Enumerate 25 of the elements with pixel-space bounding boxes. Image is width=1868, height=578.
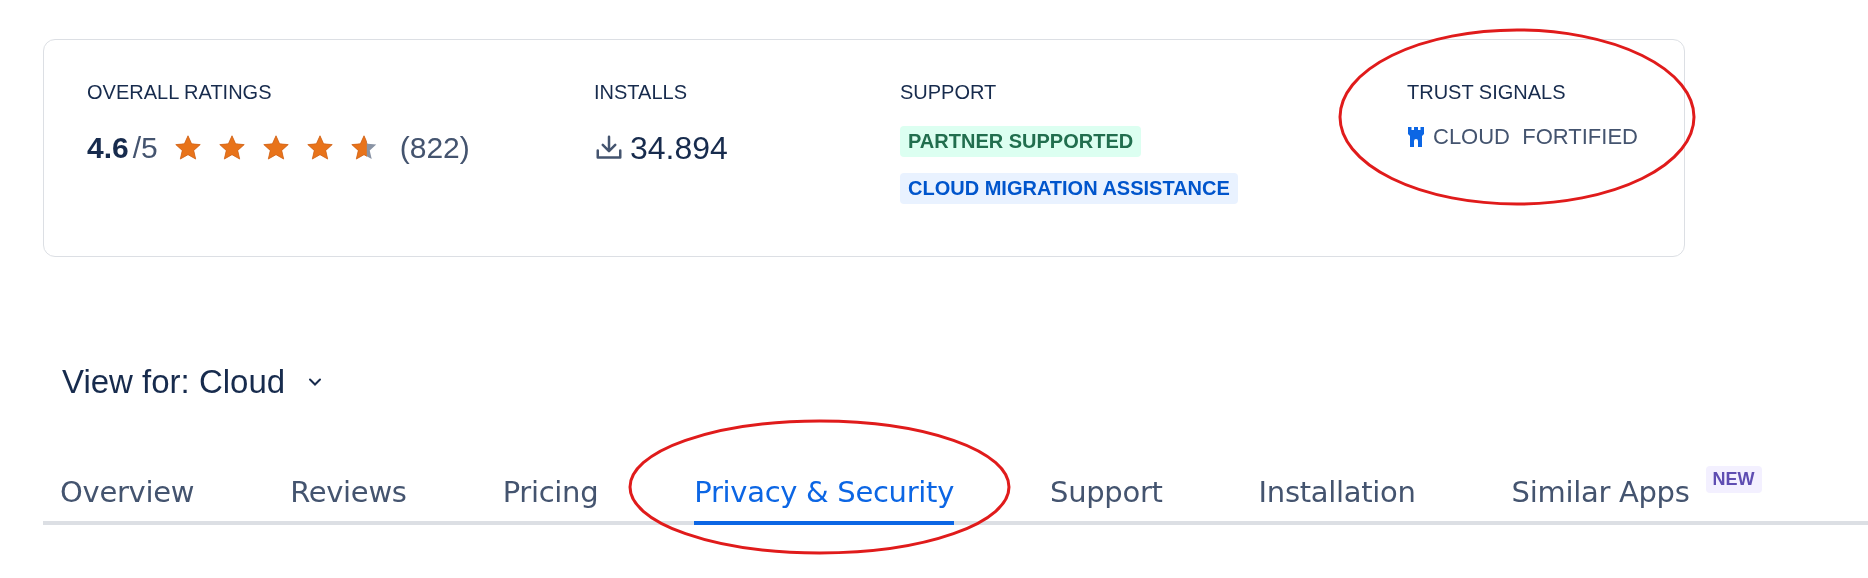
- support-tag: PARTNER SUPPORTED: [900, 126, 1142, 157]
- star-icon: [261, 134, 290, 162]
- tab[interactable]: Overview: [60, 450, 195, 525]
- support-tag: CLOUD MIGRATION ASSISTANCE: [900, 173, 1238, 204]
- tab[interactable]: Installation: [1258, 450, 1416, 525]
- star-icon: [305, 134, 334, 162]
- tab[interactable]: Support: [1050, 450, 1163, 525]
- install-count: 34.894: [630, 129, 728, 167]
- rating-score: 4.6: [87, 131, 129, 165]
- rating-count: (822): [399, 131, 470, 165]
- stat-label: OVERALL RATINGS: [87, 80, 273, 104]
- stat-label: TRUST SIGNALS: [1407, 80, 1567, 104]
- star-icon: [217, 134, 246, 162]
- view-for-dropdown[interactable]: View for: Cloud: [62, 363, 326, 401]
- star-icon: [173, 134, 202, 162]
- new-badge: NEW: [1705, 466, 1762, 493]
- trust-signal: CLOUD FORTIFIED: [1433, 124, 1638, 150]
- tab[interactable]: Similar Apps: [1511, 450, 1690, 525]
- tab[interactable]: Reviews: [290, 450, 407, 525]
- stat-label: INSTALLS: [594, 80, 688, 104]
- tab[interactable]: Pricing: [502, 450, 599, 525]
- rating-scale: /5: [132, 131, 158, 165]
- stat-label: SUPPORT: [900, 80, 998, 104]
- star-icon: [349, 134, 378, 162]
- castle-icon: [1407, 126, 1425, 148]
